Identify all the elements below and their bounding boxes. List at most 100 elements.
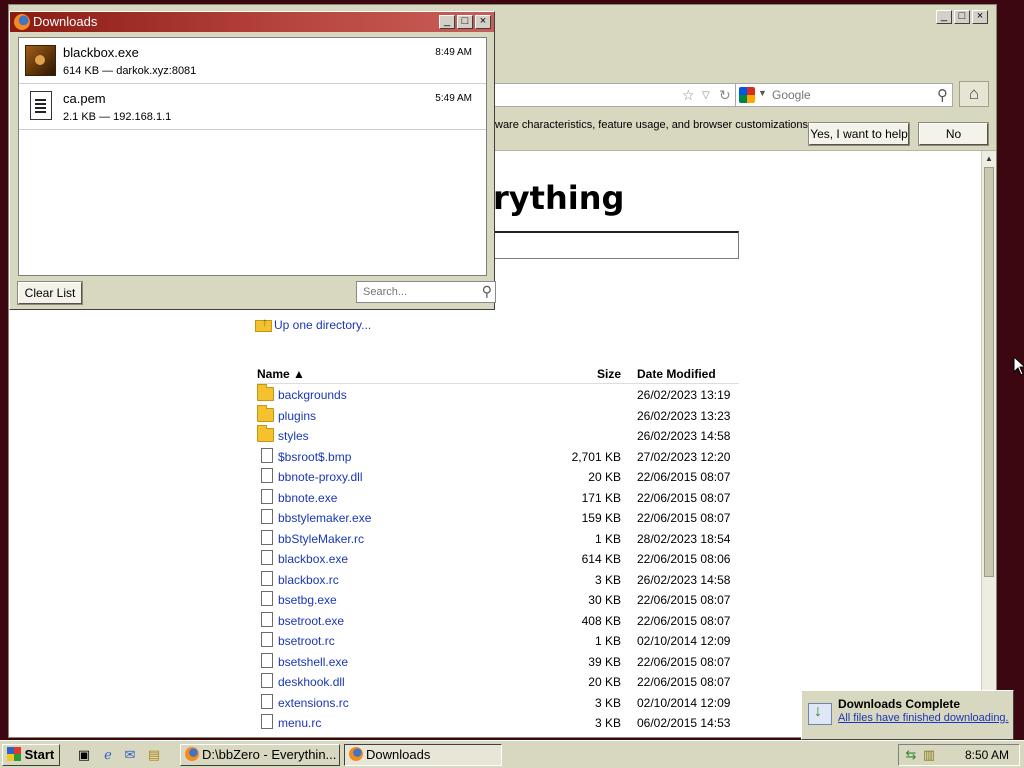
reload-icon[interactable]: ↻ bbox=[719, 87, 731, 104]
size-column-header[interactable]: Size bbox=[597, 367, 621, 381]
file-icon bbox=[261, 632, 273, 647]
file-link[interactable]: bbStyleMaker.rc bbox=[278, 532, 364, 546]
engine-dropdown-icon[interactable]: ▼ bbox=[758, 88, 767, 98]
file-size: 3 KB bbox=[594, 695, 621, 710]
download-item[interactable]: blackbox.exe 614 KB — darkok.xyz:8081 8:… bbox=[19, 38, 486, 84]
firefox-icon bbox=[14, 14, 30, 30]
explorer-icon[interactable]: ▤ bbox=[146, 747, 162, 763]
certificate-file-icon bbox=[30, 91, 52, 120]
file-link[interactable]: plugins bbox=[278, 409, 316, 423]
browser-window-controls: _ □ × bbox=[936, 10, 992, 26]
downloads-list: blackbox.exe 614 KB — darkok.xyz:8081 8:… bbox=[18, 37, 487, 276]
table-row: backgrounds 26/02/2023 13:19 bbox=[257, 384, 739, 405]
google-engine-icon[interactable] bbox=[739, 87, 755, 103]
download-complete-icon bbox=[808, 703, 832, 725]
show-desktop-icon[interactable]: ▣ bbox=[76, 747, 92, 763]
file-icon bbox=[261, 570, 273, 586]
taskbar-item-downloads[interactable]: Downloads bbox=[344, 744, 502, 766]
notification-title: Downloads Complete bbox=[838, 697, 961, 711]
table-row: deskhook.dll 20 KB 22/06/2015 08:07 bbox=[257, 671, 739, 692]
file-icon bbox=[261, 447, 273, 463]
download-time: 5:49 AM bbox=[435, 93, 472, 104]
dl-maximize-button[interactable]: □ bbox=[457, 15, 473, 29]
date-column-header[interactable]: Date Modified bbox=[637, 367, 716, 381]
download-item[interactable]: ca.pem 2.1 KB — 192.168.1.1 5:49 AM bbox=[19, 84, 486, 130]
table-row: bsetbg.exe 30 KB 22/06/2015 08:07 bbox=[257, 589, 739, 610]
download-meta: 614 KB — darkok.xyz:8081 bbox=[63, 65, 197, 77]
file-link[interactable]: blackbox.rc bbox=[278, 573, 339, 587]
name-column-header[interactable]: Name ▲ bbox=[257, 367, 305, 381]
file-icon bbox=[261, 509, 273, 524]
notification-link[interactable]: All files have finished downloading. bbox=[838, 712, 1009, 724]
file-link[interactable]: $bsroot$.bmp bbox=[278, 450, 351, 464]
file-size: 20 KB bbox=[588, 470, 621, 484]
file-size: 39 KB bbox=[588, 654, 621, 669]
folder-icon bbox=[257, 425, 274, 442]
file-link[interactable]: bsetshell.exe bbox=[278, 655, 348, 669]
notification-message: ware characteristics, feature usage, and… bbox=[495, 119, 809, 131]
minimize-button[interactable]: _ bbox=[936, 10, 952, 24]
maximize-button[interactable]: □ bbox=[954, 10, 970, 24]
file-link[interactable]: bbnote-proxy.dll bbox=[278, 470, 363, 484]
dl-close-button[interactable]: × bbox=[475, 15, 491, 29]
file-link[interactable]: styles bbox=[278, 429, 309, 443]
file-link[interactable]: blackbox.exe bbox=[278, 552, 348, 566]
file-size: 3 KB bbox=[594, 572, 621, 587]
history-dropdown-icon[interactable]: ▽ bbox=[702, 90, 710, 101]
taskbar-item-label: Downloads bbox=[366, 747, 431, 762]
file-size: 1 KB bbox=[594, 634, 621, 648]
file-icon bbox=[261, 529, 273, 545]
file-link[interactable]: bbstylemaker.exe bbox=[278, 511, 371, 525]
blackbox-exe-icon bbox=[25, 45, 56, 76]
search-icon[interactable]: ⚲ bbox=[482, 283, 492, 300]
close-button[interactable]: × bbox=[972, 10, 988, 24]
file-link[interactable]: bsetroot.exe bbox=[278, 614, 344, 628]
downloads-window: Downloads _ □ × blackbox.exe 614 KB — da… bbox=[9, 11, 496, 310]
file-link[interactable]: menu.rc bbox=[278, 716, 321, 730]
clock[interactable]: 8:50 AM bbox=[965, 748, 1009, 762]
downloads-complete-notification[interactable]: Downloads Complete All files have finish… bbox=[801, 690, 1014, 740]
file-link[interactable]: bbnote.exe bbox=[278, 491, 337, 505]
search-bar[interactable]: ▼ ⚲ bbox=[735, 83, 953, 107]
start-label: Start bbox=[24, 747, 55, 762]
table-row: menu.rc 3 KB 06/02/2015 14:53 bbox=[257, 712, 739, 733]
downloads-search-field[interactable]: ⚲ bbox=[356, 281, 496, 303]
folder-icon bbox=[257, 384, 274, 401]
file-date: 02/10/2014 12:09 bbox=[637, 634, 731, 648]
file-link[interactable]: deskhook.dll bbox=[278, 675, 345, 689]
outlook-icon[interactable]: ✉ bbox=[122, 747, 138, 763]
file-icon bbox=[261, 468, 273, 483]
dl-minimize-button[interactable]: _ bbox=[439, 15, 455, 29]
file-link[interactable]: extensions.rc bbox=[278, 696, 349, 710]
search-input[interactable] bbox=[770, 87, 920, 103]
clear-list-button[interactable]: Clear List bbox=[17, 281, 83, 305]
file-link[interactable]: backgrounds bbox=[278, 388, 347, 402]
file-link[interactable]: bsetbg.exe bbox=[278, 593, 337, 607]
bookmark-star-icon[interactable]: ☆ bbox=[682, 87, 695, 104]
file-icon bbox=[261, 673, 273, 688]
scroll-up-icon[interactable]: ▲ bbox=[983, 152, 995, 166]
download-filename: blackbox.exe bbox=[63, 45, 139, 60]
scrollbar-thumb[interactable] bbox=[984, 167, 994, 577]
downloads-search-input[interactable] bbox=[361, 285, 473, 299]
file-listing: Name ▲ Size Date Modified backgrounds 26/… bbox=[257, 363, 739, 733]
up-directory-link[interactable]: ↑ Up one directory... bbox=[255, 315, 371, 332]
file-date: 06/02/2015 14:53 bbox=[637, 716, 731, 730]
vertical-scrollbar[interactable]: ▲ bbox=[981, 151, 996, 737]
page-search-input[interactable] bbox=[493, 231, 739, 259]
start-button[interactable]: Start bbox=[2, 744, 60, 766]
no-button[interactable]: No bbox=[918, 122, 989, 146]
start-logo-icon bbox=[7, 747, 21, 761]
taskbar-item-browser[interactable]: D:\bbZero - Everythin... bbox=[180, 744, 340, 766]
network-icon[interactable]: ⇆ bbox=[903, 747, 919, 763]
downloads-title-bar[interactable]: Downloads _ □ × bbox=[10, 12, 494, 32]
table-row: styles 26/02/2023 14:58 bbox=[257, 425, 739, 446]
file-link[interactable]: bsetroot.rc bbox=[278, 634, 335, 648]
home-button[interactable]: ⌂ bbox=[959, 81, 989, 107]
tray-app-icon[interactable]: ▥ bbox=[921, 747, 937, 763]
yes-help-button[interactable]: Yes, I want to help bbox=[808, 122, 910, 146]
file-icon bbox=[261, 693, 273, 709]
internet-explorer-icon[interactable]: ℯ bbox=[100, 747, 116, 763]
search-icon[interactable]: ⚲ bbox=[937, 86, 948, 104]
url-bar[interactable]: ☆ ▽ ↻ bbox=[493, 83, 736, 107]
